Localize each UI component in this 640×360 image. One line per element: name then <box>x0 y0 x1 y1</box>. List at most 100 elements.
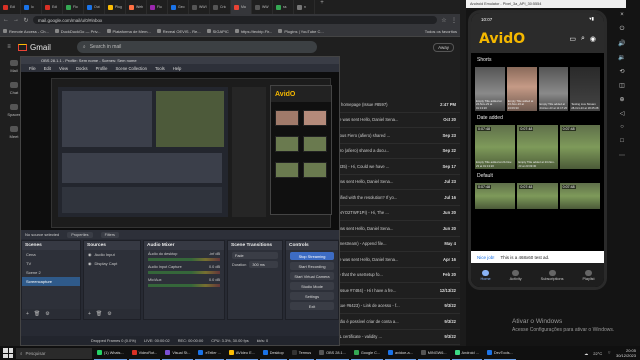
account-icon[interactable]: ◉ <box>590 35 596 43</box>
rotate-icon[interactable]: ⟲ <box>614 68 630 80</box>
browser-tab[interactable]: WWI <box>189 0 210 14</box>
browser-tab[interactable]: ss <box>273 0 294 14</box>
url-input[interactable]: mail.google.com/mail/u/0/#inbox <box>33 16 437 24</box>
browser-tab[interactable]: Out <box>84 0 105 14</box>
nav-item-playlist[interactable]: Playlist <box>582 269 595 281</box>
mail-row[interactable]: (Issue #6423) - Link de acesso - f... 9/3… <box>330 299 460 314</box>
camera-icon[interactable]: ◫ <box>614 82 630 94</box>
close-icon[interactable]: × <box>614 12 630 24</box>
video-thumbnail[interactable]: 0:07:48 <box>559 125 600 169</box>
overview-icon[interactable]: □ <box>614 138 630 150</box>
video-thumbnail[interactable]: 0:07:48 <box>475 183 516 209</box>
hamburger-icon[interactable]: ≡ <box>6 44 12 50</box>
obs-menu-item[interactable]: Edit <box>44 66 51 71</box>
bookmark-item[interactable]: Remote Access - Ch... <box>3 29 49 34</box>
obs-menu-item[interactable]: File <box>29 66 36 71</box>
obs-menu-item[interactable]: Tools <box>155 66 165 71</box>
zoom-icon[interactable]: ⊕ <box>614 96 630 108</box>
add-source-icon[interactable]: + <box>88 311 91 317</box>
taskbar-app[interactable]: VideoRot... <box>128 346 161 360</box>
mail-row[interactable]: vice was sent Hello, Daniel Sena... Apr 1… <box>330 252 460 268</box>
browser-tab[interactable]: Edi <box>0 0 21 14</box>
obs-menu-item[interactable]: Docks <box>76 66 88 71</box>
ad-banner[interactable]: Nice job! This is a 468x60 test ad. <box>471 251 604 263</box>
taskbar-app[interactable]: avidoe-a... <box>385 346 416 360</box>
obs-menu-item[interactable]: Profile <box>96 66 108 71</box>
remove-source-icon[interactable]: 🗑 <box>96 311 102 317</box>
bookmark-item[interactable]: Plugins | YouTube C... <box>278 29 324 34</box>
forward-icon[interactable]: → <box>13 17 19 23</box>
search-icon[interactable]: ⌕ <box>581 35 585 43</box>
network-icon[interactable]: ⌔ <box>607 350 611 356</box>
volume-meter[interactable] <box>148 271 220 274</box>
browser-tab[interactable]: lo <box>21 0 42 14</box>
bookmark-item[interactable]: DuckDuckGo — Priv... <box>54 29 101 34</box>
taskbar-app[interactable]: Desktop <box>259 346 287 360</box>
mail-row[interactable]: use that the useSetup fo... Feb 20 <box>330 268 460 283</box>
nav-item-subscriptions[interactable]: Subscriptions <box>541 269 563 281</box>
browser-tab[interactable]: WW <box>252 0 273 14</box>
duration-input[interactable]: 300 ms <box>249 261 278 268</box>
taskbar-app[interactable]: Visual St... <box>162 346 194 360</box>
nav-item-home[interactable]: Home <box>481 269 491 281</box>
source-config-icon[interactable]: ⚙ <box>107 311 111 317</box>
browser-tab[interactable]: n <box>294 0 315 14</box>
mail-row[interactable]: SSL certificate - validity ... 9/3/22 <box>330 330 460 345</box>
volume-meter[interactable] <box>148 284 220 287</box>
obs-menu-item[interactable]: View <box>59 66 68 71</box>
bookmark-item[interactable]: https://tecbip.Fir... <box>234 29 272 34</box>
bookmark-item[interactable]: Plataforma de Mem... <box>106 29 151 34</box>
eye-icon[interactable]: ◉ <box>88 252 92 257</box>
properties-button[interactable]: Properties <box>67 231 93 238</box>
status-chip[interactable]: Away <box>433 42 454 52</box>
video-thumbnail[interactable]: 0:07:48 <box>559 183 600 209</box>
mail-row[interactable]: #6435) - Hi, Could we have ... Sep 17 <box>330 159 460 175</box>
browser-tab[interactable]: Geo <box>168 0 189 14</box>
obs-preview[interactable]: AvidO <box>21 72 339 230</box>
source-item[interactable]: ◉ Audio Input <box>84 250 140 259</box>
home-icon[interactable]: ○ <box>614 124 630 136</box>
obs-menu-item[interactable]: Scene Collection <box>116 66 147 71</box>
eye-icon[interactable]: ◉ <box>88 261 92 266</box>
control-button[interactable]: Studio Mode <box>290 282 334 290</box>
filters-button[interactable]: Filters <box>100 231 119 238</box>
browser-tab[interactable]: Web <box>126 0 147 14</box>
mail-row[interactable]: verified with the resolution? If yo... Ju… <box>330 190 460 206</box>
reload-icon[interactable]: ↻ <box>23 17 29 24</box>
transition-select[interactable]: Fade <box>232 252 278 259</box>
gmail-logo[interactable]: Gmail <box>18 43 51 52</box>
browser-tab[interactable]: Flo <box>63 0 84 14</box>
mail-row[interactable]: ytt-nestream) - Append file... May 4 <box>330 237 460 252</box>
video-thumbnail[interactable]: 0:07:48 Empty Title added at 23-Nov-23 at… <box>517 125 558 169</box>
volume-up-icon[interactable]: 🔊 <box>614 40 630 52</box>
mail-row[interactable]: e (Issue #7484) - Hi I have a fre... 12/1… <box>330 283 460 299</box>
volume-down-icon[interactable]: 🔉 <box>614 54 630 66</box>
taskbar-app[interactable]: DevTools... <box>483 346 516 360</box>
source-item[interactable]: ◉ Display Capt <box>84 259 140 268</box>
browser-tab[interactable]: Plug <box>105 0 126 14</box>
browser-tab[interactable]: Crio <box>210 0 231 14</box>
cast-icon[interactable]: ▭ <box>569 35 576 43</box>
taskbar-app[interactable]: Google C... <box>350 346 384 360</box>
obs-menu-item[interactable]: Help <box>173 66 182 71</box>
scene-item[interactable]: Cena <box>22 250 80 259</box>
star-icon[interactable]: ☆ <box>441 17 447 24</box>
scene-config-icon[interactable]: ⚙ <box>45 311 49 317</box>
search-input[interactable]: ⌕ Search in mail <box>76 41 317 53</box>
control-button[interactable]: Start Recording <box>290 262 334 270</box>
video-thumbnail[interactable]: Testing Live Stream 28-Oct-23 at 18:25:2… <box>570 67 600 111</box>
video-thumbnail[interactable]: 0:07:48 <box>517 183 558 209</box>
browser-tab[interactable]: Edi <box>42 0 63 14</box>
bookmark-item[interactable]: Reveal OEVIS - Re... <box>156 29 201 34</box>
volume-meter[interactable] <box>148 258 220 261</box>
back-icon[interactable]: ◁ <box>614 110 630 122</box>
taskbar-app[interactable]: (1) Whats... <box>94 346 127 360</box>
mail-row[interactable]: t: Não é possível criar de conta a... 9/3… <box>330 314 460 330</box>
add-scene-icon[interactable]: + <box>26 311 29 317</box>
control-button[interactable]: Exit <box>290 302 334 310</box>
video-thumbnail[interactable]: Empty Title added at 24-Nov-23 at 01:13:… <box>475 67 505 111</box>
scene-item[interactable]: TV <box>22 259 80 268</box>
mail-row[interactable]: the homepage (Issue #8597) 2:47 PM <box>330 97 460 113</box>
clock[interactable]: 20:05 30/12/2023 <box>616 348 636 358</box>
taskbar-app[interactable]: Android ... <box>451 346 482 360</box>
